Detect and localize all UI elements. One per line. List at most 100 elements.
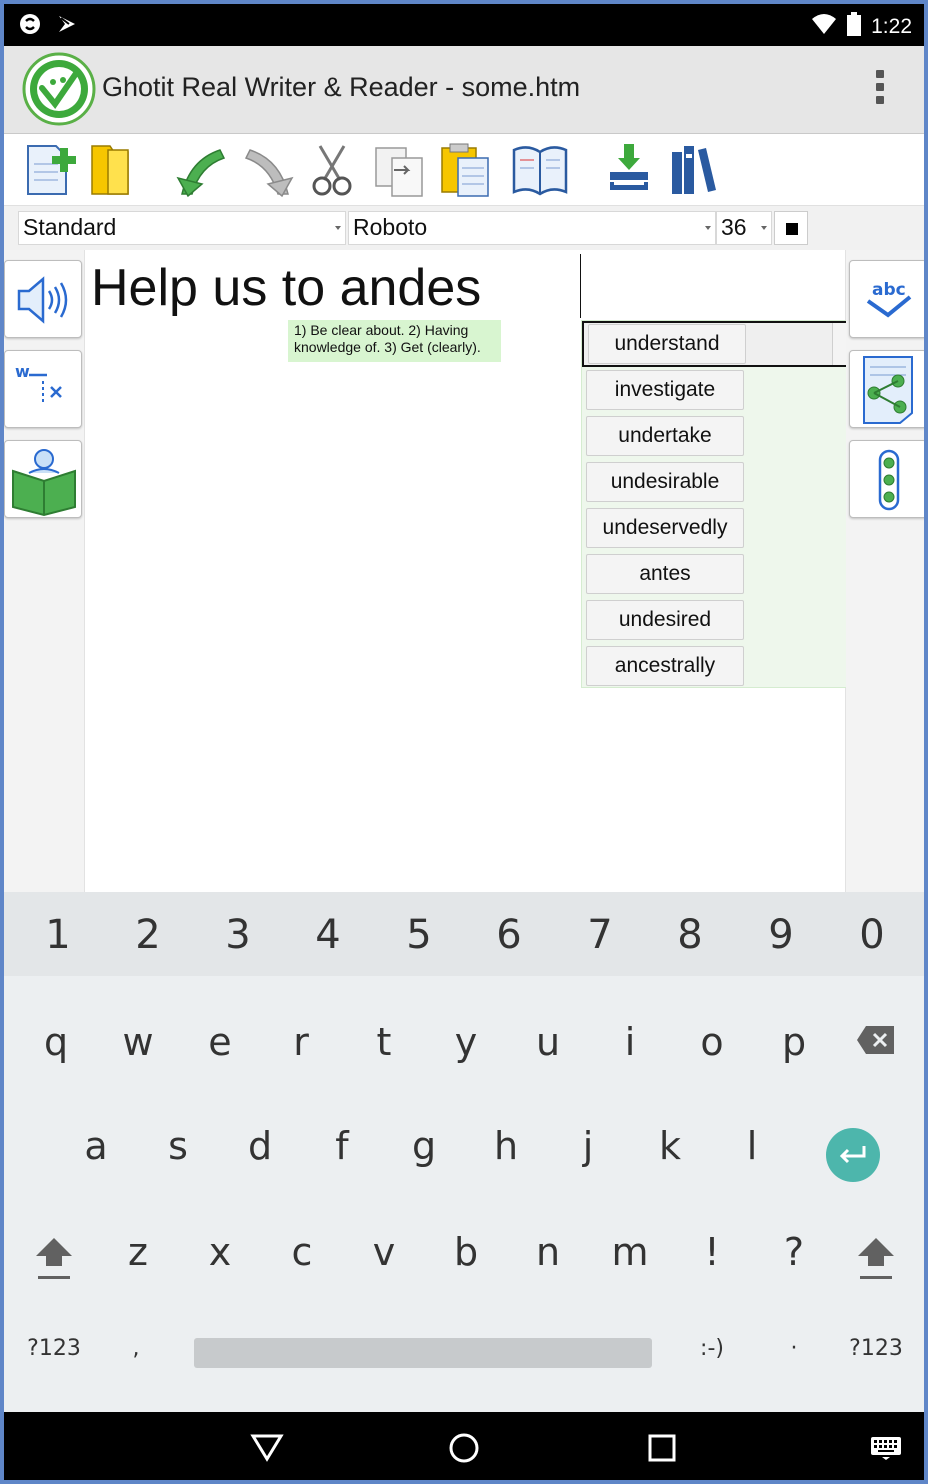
- key-r[interactable]: r: [261, 1020, 341, 1064]
- reader-button[interactable]: [4, 440, 82, 518]
- key-q[interactable]: q: [16, 1020, 96, 1064]
- overflow-menu-icon[interactable]: [872, 70, 888, 110]
- recents-button[interactable]: [648, 1434, 676, 1467]
- word-prediction-button[interactable]: w: [4, 350, 82, 428]
- spell-check-button[interactable]: abc: [849, 260, 924, 338]
- back-button[interactable]: [250, 1432, 284, 1467]
- suggestion-button[interactable]: undesirable: [586, 462, 744, 502]
- document-text[interactable]: Help us to andes: [91, 256, 481, 320]
- share-document-button[interactable]: [849, 350, 924, 428]
- key-n[interactable]: n: [508, 1230, 588, 1274]
- style-select-value: Standard: [23, 214, 117, 240]
- keyboard-switch-button[interactable]: [870, 1436, 902, 1465]
- suggestion-button[interactable]: ancestrally: [586, 646, 744, 686]
- backspace-icon: [857, 1026, 894, 1054]
- emoticon-key[interactable]: :-): [672, 1336, 752, 1361]
- paste-icon[interactable]: [436, 140, 496, 200]
- svg-text:w: w: [15, 362, 30, 381]
- key-c[interactable]: c: [262, 1230, 342, 1274]
- key-d[interactable]: d: [220, 1124, 300, 1168]
- home-button[interactable]: [448, 1432, 480, 1469]
- new-document-icon[interactable]: [22, 140, 82, 200]
- key-y[interactable]: y: [426, 1020, 506, 1064]
- key-x[interactable]: x: [180, 1230, 260, 1274]
- shift-key-left[interactable]: [34, 1236, 74, 1282]
- space-key[interactable]: [194, 1338, 652, 1368]
- key-t[interactable]: t: [344, 1020, 424, 1064]
- key-comma[interactable]: ,: [96, 1336, 176, 1361]
- chevron-down-icon: [335, 226, 341, 230]
- share-document-icon: [863, 356, 913, 424]
- key-8[interactable]: 8: [650, 912, 730, 958]
- symbols-key-left[interactable]: ?123: [14, 1336, 94, 1361]
- key-u[interactable]: u: [508, 1020, 588, 1064]
- key-6[interactable]: 6: [469, 912, 549, 958]
- key-question[interactable]: ?: [754, 1230, 834, 1274]
- key-b[interactable]: b: [426, 1230, 506, 1274]
- app-title: Ghotit Real Writer & Reader - some.htm: [102, 72, 581, 102]
- back-icon: [250, 1434, 284, 1462]
- import-icon[interactable]: [600, 140, 660, 200]
- undo-icon[interactable]: [172, 140, 232, 200]
- more-options-icon: [878, 449, 900, 511]
- toolbar: [4, 134, 924, 206]
- key-g[interactable]: g: [384, 1124, 464, 1168]
- suggestion-button[interactable]: investigate: [586, 370, 744, 410]
- suggestion-row: undesirable: [582, 459, 890, 505]
- svg-text:abc: abc: [872, 280, 906, 300]
- cut-icon[interactable]: [302, 140, 362, 200]
- key-period[interactable]: ·: [754, 1336, 834, 1361]
- key-m[interactable]: m: [590, 1230, 670, 1274]
- key-s[interactable]: s: [138, 1124, 218, 1168]
- key-k[interactable]: k: [630, 1124, 710, 1168]
- reader-icon: [12, 449, 76, 517]
- backspace-key[interactable]: [856, 1024, 896, 1056]
- key-o[interactable]: o: [672, 1020, 752, 1064]
- suggestion-button[interactable]: undeservedly: [586, 508, 744, 548]
- key-1[interactable]: 1: [18, 912, 98, 958]
- suggestion-button[interactable]: undertake: [586, 416, 744, 456]
- redo-icon[interactable]: [238, 140, 298, 200]
- key-a[interactable]: a: [56, 1124, 136, 1168]
- app-window: 1:22 Ghotit Real Writer & Reader - some.…: [0, 0, 928, 1484]
- key-3[interactable]: 3: [198, 912, 278, 958]
- style-select[interactable]: Standard: [18, 211, 346, 245]
- size-select[interactable]: 36: [716, 211, 772, 245]
- document-editor[interactable]: Help us to andes 1) Be clear about. 2) H…: [84, 250, 891, 892]
- library-icon[interactable]: [664, 140, 724, 200]
- key-p[interactable]: p: [754, 1020, 834, 1064]
- key-7[interactable]: 7: [560, 912, 640, 958]
- key-w[interactable]: w: [98, 1020, 178, 1064]
- text-cursor: [580, 254, 581, 318]
- more-options-button[interactable]: [849, 440, 924, 518]
- key-9[interactable]: 9: [741, 912, 821, 958]
- chevron-down-icon: [705, 226, 711, 230]
- symbols-key-right[interactable]: ?123: [836, 1336, 916, 1361]
- key-0[interactable]: 0: [832, 912, 912, 958]
- key-5[interactable]: 5: [379, 912, 459, 958]
- key-exclamation[interactable]: !: [672, 1230, 752, 1274]
- key-f[interactable]: f: [302, 1124, 382, 1168]
- format-bar: Standard Roboto 36: [4, 206, 924, 250]
- key-4[interactable]: 4: [288, 912, 368, 958]
- suggestion-button[interactable]: undesired: [586, 600, 744, 640]
- suggestion-button[interactable]: antes: [586, 554, 744, 594]
- key-z[interactable]: z: [98, 1230, 178, 1274]
- copy-icon[interactable]: [370, 140, 430, 200]
- key-i[interactable]: i: [590, 1020, 670, 1064]
- open-folder-icon[interactable]: [86, 140, 146, 200]
- key-l[interactable]: l: [712, 1124, 792, 1168]
- word-prediction-icon: w: [15, 362, 62, 405]
- dictionary-icon[interactable]: [510, 140, 570, 200]
- font-select[interactable]: Roboto: [348, 211, 716, 245]
- enter-key[interactable]: [826, 1128, 880, 1182]
- suggestion-button[interactable]: understand: [588, 324, 746, 364]
- key-h[interactable]: h: [466, 1124, 546, 1168]
- text-color-select[interactable]: [774, 211, 808, 245]
- speaker-button[interactable]: [4, 260, 82, 338]
- shift-key-right[interactable]: [856, 1236, 896, 1282]
- key-j[interactable]: j: [548, 1124, 628, 1168]
- key-v[interactable]: v: [344, 1230, 424, 1274]
- key-2[interactable]: 2: [108, 912, 188, 958]
- key-e[interactable]: e: [180, 1020, 260, 1064]
